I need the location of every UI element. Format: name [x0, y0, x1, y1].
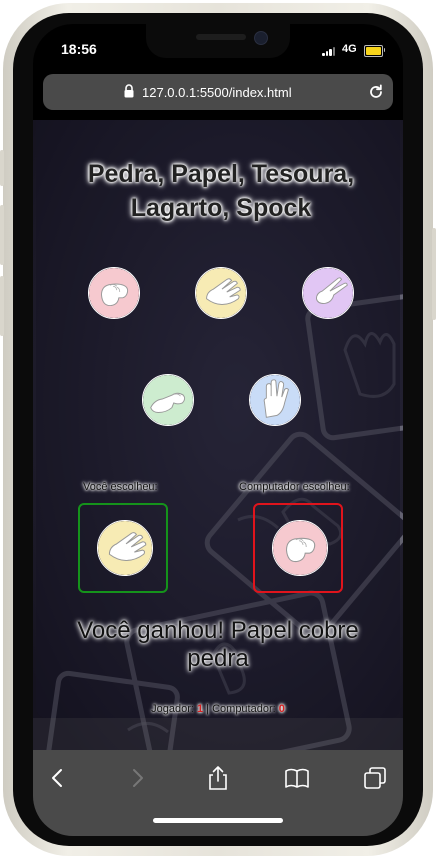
score-separator: |	[206, 703, 210, 715]
forward-icon[interactable]	[123, 764, 151, 792]
home-indicator[interactable]	[153, 818, 283, 823]
choice-spock[interactable]	[249, 374, 301, 426]
player-choice-label: Você escolheu:	[83, 481, 158, 493]
url-text: 127.0.0.1:5500/index.html	[142, 85, 292, 100]
volume-down-button	[0, 276, 4, 336]
result-message: Você ganhou! Papel cobre pedra	[53, 617, 383, 673]
share-icon[interactable]	[204, 764, 232, 792]
result-line-2: pedra	[187, 645, 249, 672]
result-line-1: Você ganhou! Papel cobre	[77, 617, 359, 644]
computer-choice-display	[272, 520, 328, 576]
computer-score-label: Computador:	[212, 703, 276, 715]
player-choice-box	[78, 503, 168, 593]
computer-choice-box	[253, 503, 343, 593]
bookmarks-icon[interactable]	[283, 764, 311, 792]
rock-hand-icon	[273, 521, 327, 575]
network-type: 4G	[342, 43, 357, 55]
scoreboard: Jogador: 1 | Computador: 0	[33, 703, 403, 715]
phone-device: 18:56 4G 127.0.0.1:5500/index.html Pedra…	[0, 0, 436, 859]
computer-score: 0	[278, 703, 285, 715]
paper-hand-icon	[98, 521, 152, 575]
choice-pedra[interactable]	[88, 267, 140, 319]
screen: 18:56 4G 127.0.0.1:5500/index.html Pedra…	[33, 24, 403, 836]
address-bar[interactable]: 127.0.0.1:5500/index.html	[43, 74, 393, 110]
choice-tesoura[interactable]	[302, 267, 354, 319]
title-line-2: Lagarto, Spock	[130, 194, 312, 222]
choice-lagarto[interactable]	[142, 374, 194, 426]
title-line-1: Pedra, Papel, Tesoura,	[87, 160, 355, 188]
mute-switch	[0, 150, 4, 186]
game-title: Pedra, Papel, Tesoura, Lagarto, Spock	[46, 157, 396, 225]
notch	[146, 24, 290, 58]
browser-address-area: 127.0.0.1:5500/index.html	[33, 72, 403, 120]
browser-toolbar	[33, 750, 403, 836]
player-choice-display	[97, 520, 153, 576]
signal-icon	[322, 46, 336, 56]
battery-icon	[364, 45, 385, 57]
back-icon[interactable]	[44, 764, 72, 792]
rock-hand-icon	[89, 268, 139, 318]
power-button	[432, 228, 436, 320]
scissors-hand-icon	[303, 268, 353, 318]
choice-papel[interactable]	[195, 267, 247, 319]
speaker-grille	[196, 34, 246, 40]
status-time: 18:56	[61, 41, 97, 57]
reload-icon[interactable]	[367, 83, 385, 101]
player-score: 1	[196, 703, 204, 715]
tabs-icon[interactable]	[361, 764, 389, 792]
spock-hand-icon	[250, 375, 300, 425]
lizard-hand-icon	[143, 375, 193, 425]
game-page: Pedra, Papel, Tesoura, Lagarto, Spock Vo…	[33, 120, 403, 750]
volume-up-button	[0, 205, 4, 265]
player-score-label: Jogador:	[151, 703, 194, 715]
front-camera	[254, 31, 268, 45]
paper-hand-icon	[196, 268, 246, 318]
lock-icon	[124, 84, 134, 98]
computer-choice-label: Computador escolheu:	[239, 481, 350, 493]
